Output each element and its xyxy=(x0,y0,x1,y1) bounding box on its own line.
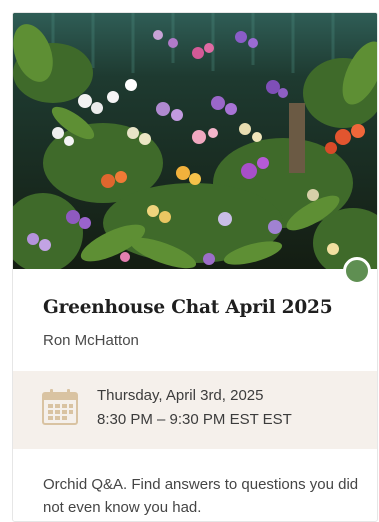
event-time: 8:30 PM – 9:30 PM EST EST xyxy=(97,411,292,428)
calendar-icon xyxy=(41,388,79,426)
status-dot xyxy=(343,257,371,285)
event-date: Thursday, April 3rd, 2025 xyxy=(97,387,264,404)
event-title[interactable]: Greenhouse Chat April 2025 xyxy=(43,297,333,318)
event-description: Orchid Q&A. Find answers to questions yo… xyxy=(43,476,359,516)
event-host: Ron McHatton xyxy=(43,332,139,349)
event-card[interactable]: Greenhouse Chat April 2025 Ron McHatton … xyxy=(12,12,378,522)
event-datetime: Thursday, April 3rd, 2025 8:30 PM – 9:30… xyxy=(13,371,377,449)
event-photo xyxy=(13,13,377,269)
